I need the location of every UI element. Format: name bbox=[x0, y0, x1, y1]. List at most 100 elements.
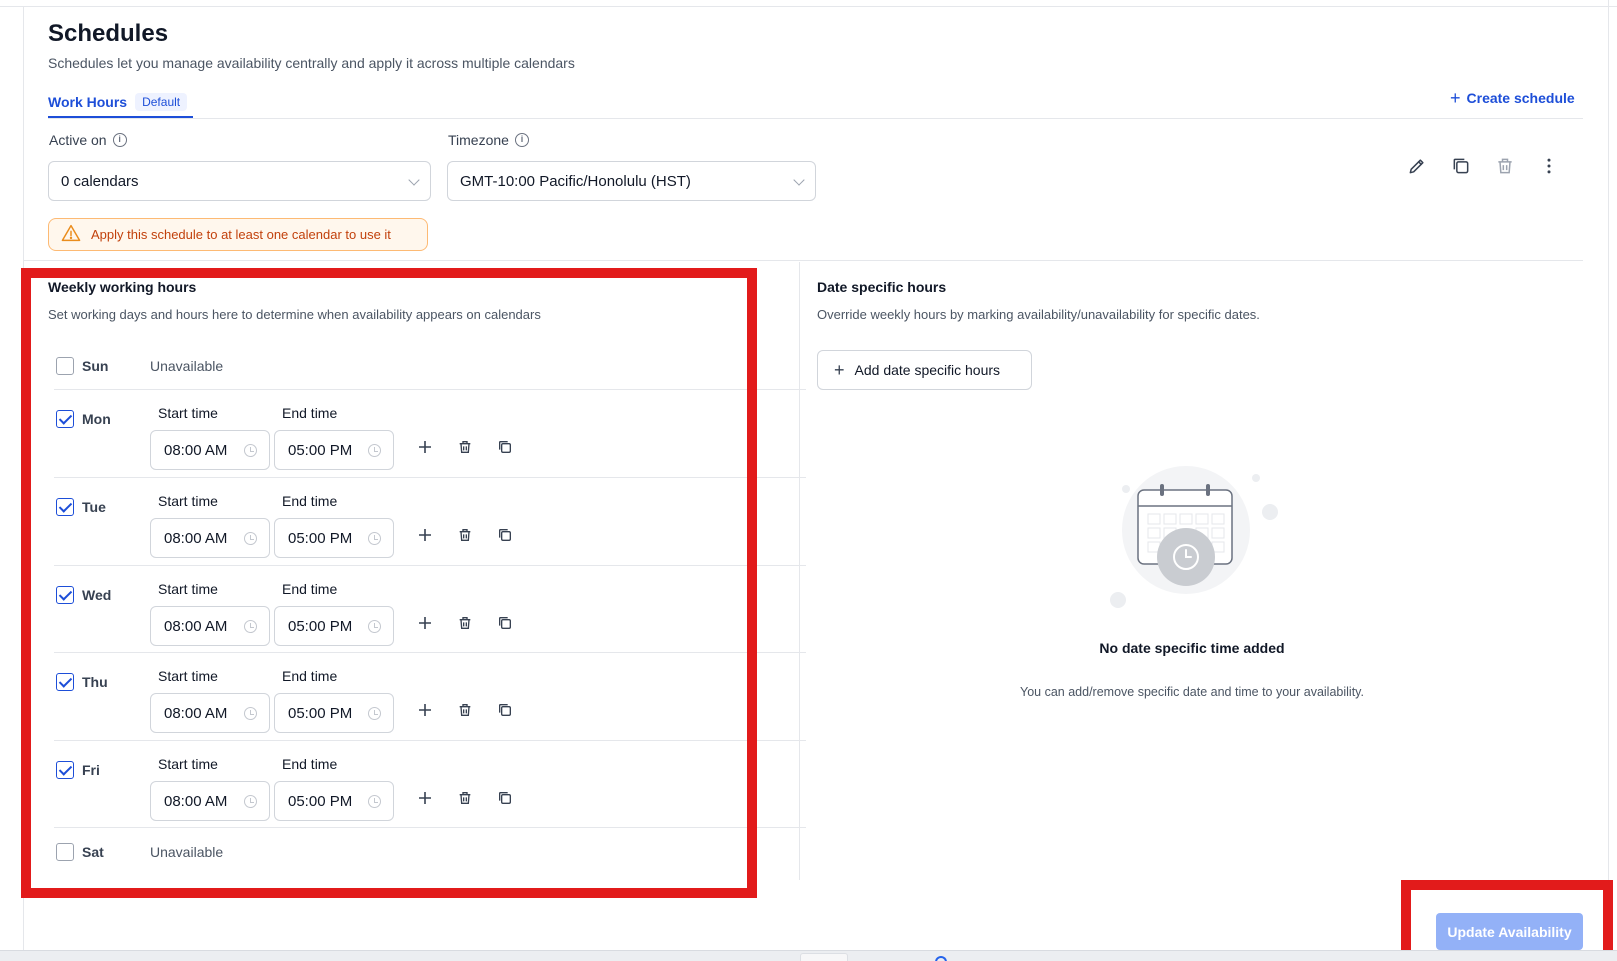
start-time-label: Start time bbox=[158, 668, 218, 684]
add-slot-button[interactable] bbox=[414, 436, 436, 458]
chevron-down-icon bbox=[408, 174, 420, 186]
end-time-input[interactable]: 05:00 PM bbox=[274, 518, 394, 558]
start-time-input[interactable]: 08:00 AM bbox=[150, 693, 270, 733]
unavailable-label: Unavailable bbox=[150, 844, 224, 860]
tab-divider bbox=[48, 118, 1583, 119]
copy-icon[interactable] bbox=[1449, 154, 1473, 178]
end-time-label: End time bbox=[282, 493, 338, 509]
day-checkbox-tue[interactable] bbox=[56, 498, 74, 516]
active-on-label: Active on i bbox=[49, 132, 127, 148]
end-time-value: 05:00 PM bbox=[288, 529, 353, 547]
warning-text: Apply this schedule to at least one cale… bbox=[91, 227, 391, 242]
copy-slot-button[interactable] bbox=[494, 787, 516, 809]
start-time-value: 08:00 AM bbox=[164, 529, 228, 547]
end-time-label: End time bbox=[282, 581, 338, 597]
loading-spinner-icon bbox=[935, 956, 947, 961]
end-time-label: End time bbox=[282, 668, 338, 684]
bottom-tab bbox=[800, 953, 848, 961]
start-time-value: 08:00 AM bbox=[164, 792, 228, 810]
start-time-label: Start time bbox=[158, 493, 218, 509]
timezone-select[interactable]: GMT-10:00 Pacific/Honolulu (HST) bbox=[447, 161, 816, 201]
info-icon[interactable]: i bbox=[112, 133, 127, 147]
clock-icon bbox=[244, 620, 257, 633]
delete-slot-button[interactable] bbox=[454, 787, 476, 809]
active-on-select[interactable]: 0 calendars bbox=[48, 161, 431, 201]
clock-icon bbox=[368, 444, 381, 457]
end-time-input[interactable]: 05:00 PM bbox=[274, 693, 394, 733]
start-time-input[interactable]: 08:00 AM bbox=[150, 518, 270, 558]
clock-icon bbox=[244, 444, 257, 457]
clock-icon bbox=[368, 620, 381, 633]
active-on-label-text: Active on bbox=[49, 132, 107, 148]
start-time-value: 08:00 AM bbox=[164, 441, 228, 459]
add-slot-button[interactable] bbox=[414, 699, 436, 721]
day-row-sun: Sun Unavailable bbox=[54, 346, 806, 390]
warning-banner: Apply this schedule to at least one cale… bbox=[48, 218, 428, 251]
schedule-toolbar bbox=[1405, 154, 1561, 178]
schedule-tabs: Work Hours Default bbox=[48, 88, 194, 118]
delete-slot-button[interactable] bbox=[454, 436, 476, 458]
day-checkbox-wed[interactable] bbox=[56, 586, 74, 604]
copy-slot-button[interactable] bbox=[494, 612, 516, 634]
trash-icon[interactable] bbox=[1493, 154, 1517, 178]
more-vertical-icon[interactable] bbox=[1537, 154, 1561, 178]
add-date-specific-label: Add date specific hours bbox=[854, 362, 1001, 378]
section-divider bbox=[23, 260, 1583, 261]
delete-slot-button[interactable] bbox=[454, 524, 476, 546]
info-icon[interactable]: i bbox=[514, 133, 529, 147]
copy-slot-button[interactable] bbox=[494, 524, 516, 546]
unavailable-label: Unavailable bbox=[150, 358, 224, 374]
delete-slot-button[interactable] bbox=[454, 612, 476, 634]
tab-work-hours[interactable]: Work Hours Default bbox=[48, 88, 194, 118]
clock-icon bbox=[368, 707, 381, 720]
create-schedule-label: Create schedule bbox=[1466, 90, 1575, 106]
end-time-value: 05:00 PM bbox=[288, 792, 353, 810]
create-schedule-button[interactable]: + Create schedule bbox=[1450, 88, 1575, 108]
clock-icon bbox=[368, 795, 381, 808]
copy-slot-button[interactable] bbox=[494, 699, 516, 721]
start-time-label: Start time bbox=[158, 756, 218, 772]
day-checkbox-sat[interactable] bbox=[56, 843, 74, 861]
calendar-clock-illustration bbox=[1110, 460, 1290, 610]
start-time-input[interactable]: 08:00 AM bbox=[150, 781, 270, 821]
day-checkbox-sun[interactable] bbox=[56, 357, 74, 375]
end-time-value: 05:00 PM bbox=[288, 704, 353, 722]
day-name: Fri bbox=[82, 762, 100, 778]
day-row-mon: Mon Start time End time 08:00 AM 05:00 P… bbox=[54, 390, 806, 478]
empty-state-subtitle: You can add/remove specific date and tim… bbox=[1020, 685, 1364, 699]
day-checkbox-mon[interactable] bbox=[56, 410, 74, 428]
empty-state-title: No date specific time added bbox=[1099, 640, 1285, 656]
day-name: Tue bbox=[82, 499, 106, 515]
end-time-input[interactable]: 05:00 PM bbox=[274, 781, 394, 821]
day-name: Sun bbox=[82, 358, 109, 374]
clock-icon bbox=[244, 795, 257, 808]
add-slot-button[interactable] bbox=[414, 524, 436, 546]
end-time-label: End time bbox=[282, 756, 338, 772]
day-name: Wed bbox=[82, 587, 112, 603]
warning-triangle-icon bbox=[61, 224, 81, 245]
timezone-value: GMT-10:00 Pacific/Honolulu (HST) bbox=[460, 172, 691, 190]
start-time-input[interactable]: 08:00 AM bbox=[150, 430, 270, 470]
active-on-value: 0 calendars bbox=[61, 172, 139, 190]
day-checkbox-fri[interactable] bbox=[56, 761, 74, 779]
add-slot-button[interactable] bbox=[414, 787, 436, 809]
date-specific-title: Date specific hours bbox=[817, 279, 947, 295]
add-slot-button[interactable] bbox=[414, 612, 436, 634]
pencil-icon[interactable] bbox=[1405, 154, 1429, 178]
weekly-hours-title: Weekly working hours bbox=[48, 279, 197, 295]
delete-slot-button[interactable] bbox=[454, 699, 476, 721]
update-availability-button[interactable]: Update Availability bbox=[1436, 913, 1583, 950]
plus-icon: + bbox=[1450, 88, 1461, 108]
scrollbar-track[interactable] bbox=[1608, 0, 1609, 961]
page-subtitle: Schedules let you manage availability ce… bbox=[48, 55, 575, 71]
copy-slot-button[interactable] bbox=[494, 436, 516, 458]
bottom-bar bbox=[0, 950, 1617, 961]
timezone-label: Timezone i bbox=[448, 132, 529, 148]
plus-icon: + bbox=[834, 359, 845, 380]
add-date-specific-button[interactable]: + Add date specific hours bbox=[817, 350, 1032, 390]
end-time-input[interactable]: 05:00 PM bbox=[274, 430, 394, 470]
end-time-label: End time bbox=[282, 405, 338, 421]
top-border bbox=[0, 6, 1617, 7]
timezone-label-text: Timezone bbox=[448, 132, 509, 148]
chevron-down-icon bbox=[793, 174, 805, 186]
